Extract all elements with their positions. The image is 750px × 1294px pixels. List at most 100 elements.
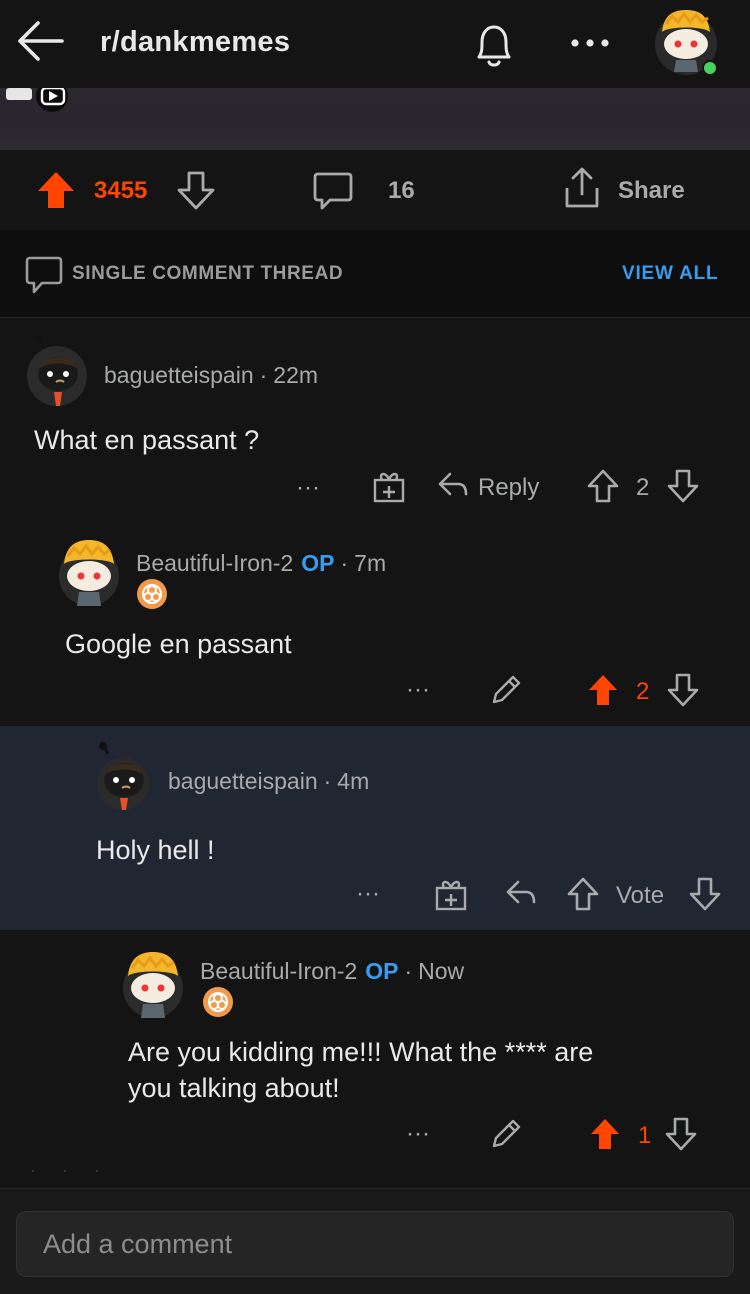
- comment-score: 1: [638, 1122, 652, 1149]
- username[interactable]: baguetteispain: [104, 362, 254, 388]
- separator: ·: [340, 550, 349, 576]
- reply-icon: [438, 472, 468, 496]
- upvote-button[interactable]: [586, 468, 620, 509]
- avatar[interactable]: [118, 948, 188, 1018]
- more-dots-icon: [571, 39, 609, 47]
- upvote-button[interactable]: [36, 170, 76, 210]
- comment-meta: Beautiful-Iron-2 OP · Now: [200, 958, 464, 985]
- upvote-filled-icon: [38, 172, 74, 208]
- upvote-icon: [567, 877, 599, 911]
- comment-bubble-icon: [313, 172, 353, 210]
- edit-button[interactable]: [488, 672, 524, 713]
- timestamp: Now: [418, 958, 465, 984]
- upvote-button[interactable]: [588, 1116, 622, 1157]
- snoo-avatar-icon: [123, 952, 183, 1018]
- pencil-icon: [492, 675, 521, 704]
- comment-highlighted: baguetteispain · 4m Holy hell ! ··· Vote: [0, 726, 750, 930]
- vote-label: Vote: [616, 882, 665, 909]
- biohazard-icon: [203, 987, 233, 1017]
- reply-icon: [506, 880, 536, 904]
- thread-label: SINGLE COMMENT THREAD: [72, 263, 344, 284]
- more-options-button[interactable]: ···: [356, 880, 380, 908]
- upvote-icon: [587, 469, 619, 503]
- downvote-icon: [177, 171, 215, 210]
- single-thread-bar: SINGLE COMMENT THREAD VIEW ALL: [0, 230, 750, 318]
- comment-composer: [0, 1188, 750, 1294]
- pencil-icon: [492, 1119, 521, 1148]
- username[interactable]: Beautiful-Iron-2: [136, 550, 293, 576]
- reply-label[interactable]: Reply: [478, 474, 539, 502]
- comment-meta: baguetteispain · 22m: [104, 362, 318, 389]
- avatar[interactable]: [54, 536, 124, 606]
- post-media[interactable]: [0, 80, 750, 150]
- separator: ·: [404, 958, 413, 984]
- op-badge: OP: [301, 550, 335, 576]
- bell-icon: [477, 25, 511, 67]
- award-button[interactable]: [372, 468, 406, 509]
- comment-body-line: you talking about!: [128, 1073, 340, 1103]
- separator: ·: [323, 768, 332, 794]
- view-all-link[interactable]: VIEW ALL: [622, 263, 718, 285]
- upvote-button[interactable]: [566, 876, 600, 917]
- user-avatar[interactable]: [652, 6, 720, 76]
- comments-button[interactable]: [312, 170, 354, 212]
- subreddit-title[interactable]: r/dankmemes: [100, 26, 290, 59]
- comment-body: Are you kidding me!!! What the **** are …: [128, 1034, 593, 1106]
- downvote-button[interactable]: [666, 672, 700, 713]
- downvote-icon: [665, 1117, 697, 1151]
- avatar[interactable]: [22, 335, 92, 406]
- post-score: 3455: [94, 177, 148, 204]
- downvote-button[interactable]: [666, 468, 700, 509]
- downvote-button[interactable]: [664, 1116, 698, 1157]
- reply-button[interactable]: [436, 470, 470, 505]
- award-button[interactable]: [434, 876, 468, 917]
- snoo-dark-avatar-icon: [97, 742, 149, 810]
- comment-score: 2: [636, 474, 650, 501]
- comment-meta: baguetteispain · 4m: [168, 768, 369, 795]
- notifications-button[interactable]: [470, 20, 518, 70]
- op-badge: OP: [365, 958, 399, 984]
- downvote-button[interactable]: [688, 876, 722, 917]
- post-action-bar: 3455 16 Share: [0, 150, 750, 230]
- snoo-avatar-icon: [655, 10, 718, 76]
- edit-button[interactable]: [488, 1116, 524, 1157]
- upvote-button[interactable]: [586, 672, 620, 713]
- comment: Beautiful-Iron-2 OP · 7m Google en passant …: [0, 522, 750, 726]
- top-bar: r/dankmemes: [0, 0, 750, 88]
- avatar[interactable]: [88, 740, 158, 810]
- comment-score: 2: [636, 678, 650, 705]
- upvote-filled-icon: [589, 675, 617, 705]
- share-icon: [565, 167, 599, 208]
- username[interactable]: baguetteispain: [168, 768, 318, 794]
- timestamp: 22m: [273, 362, 319, 388]
- username[interactable]: Beautiful-Iron-2: [200, 958, 357, 984]
- more-options-button[interactable]: [568, 30, 612, 56]
- user-flair: [202, 986, 234, 1018]
- comment-body: What en passant ?: [34, 425, 260, 455]
- comment-count: 16: [388, 177, 415, 204]
- comment-body-line: Are you kidding me!!! What the **** are: [128, 1037, 594, 1067]
- comment: baguetteispain · 22m What en passant ? ···…: [0, 318, 750, 522]
- more-options-button[interactable]: ···: [406, 1120, 430, 1148]
- comment-bubble-icon: [24, 254, 64, 296]
- reply-button[interactable]: [504, 878, 538, 913]
- snoo-dark-avatar-icon: [27, 335, 87, 406]
- comment-body: Google en passant: [65, 629, 292, 659]
- comment-meta: Beautiful-Iron-2 OP · 7m: [136, 550, 386, 577]
- video-badge: [4, 80, 72, 118]
- back-arrow-icon: [18, 21, 64, 61]
- back-button[interactable]: [14, 18, 66, 64]
- more-options-button[interactable]: ···: [296, 474, 320, 502]
- downvote-button[interactable]: [176, 170, 216, 210]
- upvote-filled-icon: [591, 1119, 619, 1149]
- add-comment-input[interactable]: [16, 1211, 734, 1277]
- timestamp: 7m: [354, 550, 387, 576]
- gift-icon: [373, 472, 405, 503]
- separator: ·: [259, 362, 268, 388]
- biohazard-icon: [137, 579, 167, 609]
- downvote-icon: [667, 469, 699, 503]
- gift-icon: [435, 880, 467, 911]
- share-button[interactable]: [562, 166, 602, 210]
- share-label[interactable]: Share: [618, 177, 685, 205]
- more-options-button[interactable]: ···: [406, 676, 430, 704]
